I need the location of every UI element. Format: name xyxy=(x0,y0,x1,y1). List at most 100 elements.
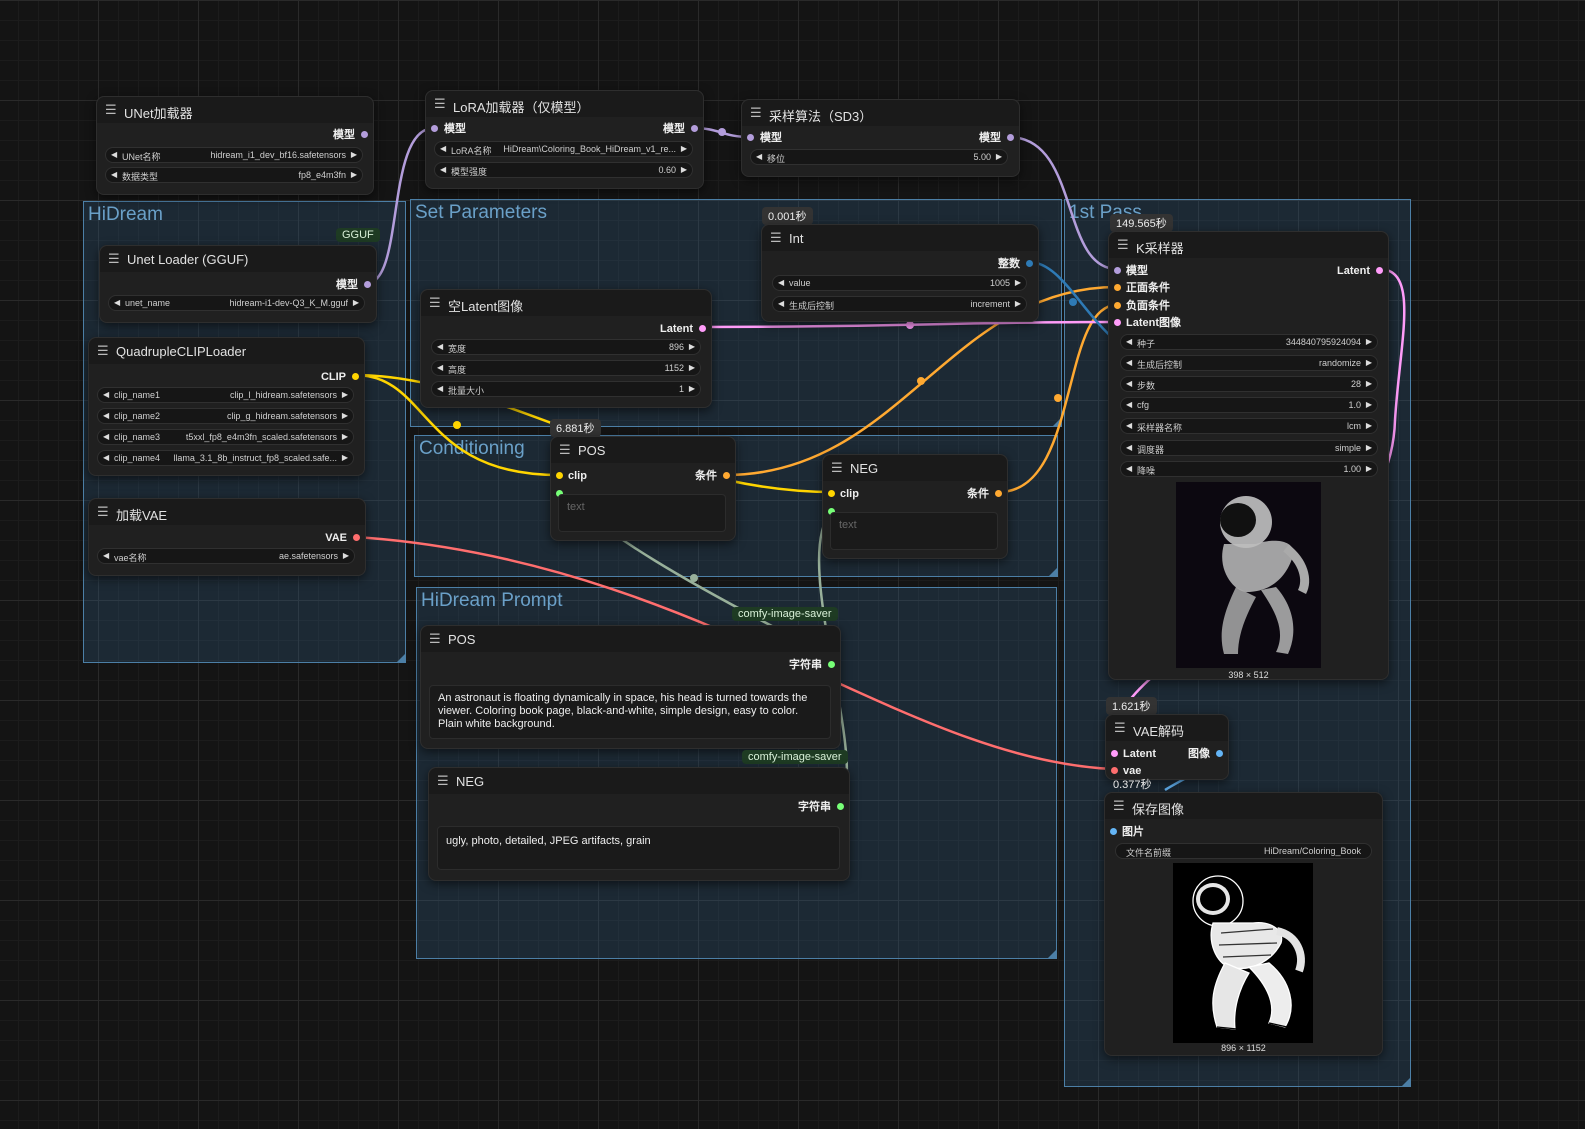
sampling-sd3-node[interactable]: ☰ 采样算法（SD3） 模型 模型 ◀ 移位 5.00 ▶ xyxy=(741,99,1020,177)
arrow-right-icon[interactable]: ▶ xyxy=(1366,337,1372,346)
input-model-port[interactable] xyxy=(431,125,438,132)
clip-name3-select[interactable]: ◀ clip_name3 t5xxl_fp8_e4m3fn_scaled.safet… xyxy=(97,429,354,445)
output-model-port[interactable] xyxy=(1007,134,1014,141)
output-latent-port[interactable] xyxy=(699,325,706,332)
node-header[interactable]: ☰ POS xyxy=(551,437,735,463)
int-value-field[interactable]: ◀ value 1005 ▶ xyxy=(772,275,1027,291)
dtype-select[interactable]: ◀ 数据类型 fp8_e4m3fn ▶ xyxy=(105,167,363,183)
arrow-left-icon[interactable]: ◀ xyxy=(103,390,109,399)
output-conditioning-port[interactable] xyxy=(995,490,1002,497)
node-header[interactable]: ☰ VAE解码 xyxy=(1106,715,1228,741)
shift-field[interactable]: ◀ 移位 5.00 ▶ xyxy=(750,149,1008,165)
text-input[interactable]: text xyxy=(830,512,998,550)
arrow-right-icon[interactable]: ▶ xyxy=(1366,400,1372,409)
node-header[interactable]: ☰ POS xyxy=(421,626,840,652)
vae-decode-node[interactable]: ☰ VAE解码 Latent vae 图像 xyxy=(1105,714,1229,780)
unet-name-select[interactable]: ◀ unet_name hidream-i1-dev-Q3_K_M.gguf ▶ xyxy=(108,295,365,311)
output-conditioning-port[interactable] xyxy=(723,472,730,479)
arrow-right-icon[interactable]: ▶ xyxy=(1366,443,1372,452)
lora-loader-node[interactable]: ☰ LoRA加载器（仅模型） 模型 模型 ◀ LoRA名称 HiDream\Color… xyxy=(425,90,704,189)
output-string-port[interactable] xyxy=(837,803,844,810)
input-negative-port[interactable] xyxy=(1114,302,1121,309)
arrow-right-icon[interactable]: ▶ xyxy=(342,432,348,441)
unet-name-select[interactable]: ◀ UNet名称 hidream_i1_dev_bf16.safetensors ▶ xyxy=(105,147,363,163)
input-clip-port[interactable] xyxy=(828,490,835,497)
empty-latent-node[interactable]: ☰ 空Latent图像 Latent ◀ 宽度 896 ▶ ◀ 高度 1152 ▶ ◀ 批量大小… xyxy=(420,289,712,408)
int-node[interactable]: ☰ Int 整数 ◀ value 1005 ▶ ◀ 生成后控制 increment ▶ xyxy=(761,224,1039,322)
node-header[interactable]: ☰ LoRA加载器（仅模型） xyxy=(426,91,703,117)
save-image-node[interactable]: ☰ 保存图像 图片 文件名前缀 HiDream/Coloring_Book 896 … xyxy=(1104,792,1383,1056)
node-header[interactable]: ☰ Unet Loader (GGUF) xyxy=(100,246,376,272)
arrow-left-icon[interactable]: ◀ xyxy=(103,453,109,462)
scheduler-select[interactable]: ◀ 调度器 simple ▶ xyxy=(1120,440,1378,456)
node-header[interactable]: ☰ UNet加载器 xyxy=(97,97,373,123)
ksampler-node[interactable]: ☰ K采样器 模型 正面条件 负面条件 Latent图像 Latent ◀ 种子 34… xyxy=(1108,231,1389,680)
denoise-field[interactable]: ◀ 降噪 1.00 ▶ xyxy=(1120,461,1378,477)
arrow-left-icon[interactable]: ◀ xyxy=(1126,358,1132,367)
node-header[interactable]: ☰ NEG xyxy=(823,455,1007,481)
arrow-right-icon[interactable]: ▶ xyxy=(681,165,687,174)
unet-loader-node[interactable]: ☰ UNet加载器 模型 ◀ UNet名称 hidream_i1_dev_bf16.s… xyxy=(96,96,374,195)
output-latent-port[interactable] xyxy=(1376,267,1383,274)
node-header[interactable]: ☰ 加载VAE xyxy=(89,499,365,525)
arrow-left-icon[interactable]: ◀ xyxy=(440,144,446,153)
menu-icon[interactable]: ☰ xyxy=(108,252,120,265)
sampler-name-select[interactable]: ◀ 采样器名称 lcm ▶ xyxy=(1120,418,1378,434)
control-after-generate-select[interactable]: ◀ 生成后控制 increment ▶ xyxy=(772,296,1027,312)
batch-size-field[interactable]: ◀ 批量大小 1 ▶ xyxy=(431,381,701,397)
arrow-right-icon[interactable]: ▶ xyxy=(1366,358,1372,367)
arrow-left-icon[interactable]: ◀ xyxy=(103,432,109,441)
pos-encode-node[interactable]: ☰ POS clip 条件 text xyxy=(550,436,736,541)
menu-icon[interactable]: ☰ xyxy=(1113,799,1125,812)
arrow-right-icon[interactable]: ▶ xyxy=(996,152,1002,161)
input-positive-port[interactable] xyxy=(1114,284,1121,291)
arrow-left-icon[interactable]: ◀ xyxy=(756,152,762,161)
vae-loader-node[interactable]: ☰ 加载VAE VAE ◀ vae名称 ae.safetensors ▶ xyxy=(88,498,366,576)
menu-icon[interactable]: ☰ xyxy=(434,97,446,110)
arrow-right-icon[interactable]: ▶ xyxy=(1015,278,1021,287)
arrow-left-icon[interactable]: ◀ xyxy=(437,363,443,372)
arrow-right-icon[interactable]: ▶ xyxy=(1366,464,1372,473)
input-model-port[interactable] xyxy=(747,134,754,141)
arrow-right-icon[interactable]: ▶ xyxy=(353,298,359,307)
node-header[interactable]: ☰ K采样器 xyxy=(1109,232,1388,258)
arrow-left-icon[interactable]: ◀ xyxy=(437,342,443,351)
arrow-left-icon[interactable]: ◀ xyxy=(1126,337,1132,346)
output-model-port[interactable] xyxy=(364,281,371,288)
arrow-right-icon[interactable]: ▶ xyxy=(342,390,348,399)
arrow-right-icon[interactable]: ▶ xyxy=(1366,379,1372,388)
text-input[interactable]: text xyxy=(558,494,726,532)
control-after-generate-select[interactable]: ◀ 生成后控制 randomize ▶ xyxy=(1120,355,1378,371)
arrow-left-icon[interactable]: ◀ xyxy=(1126,421,1132,430)
arrow-left-icon[interactable]: ◀ xyxy=(778,299,784,308)
menu-icon[interactable]: ☰ xyxy=(1114,721,1126,734)
output-string-port[interactable] xyxy=(828,661,835,668)
arrow-right-icon[interactable]: ▶ xyxy=(343,551,349,560)
menu-icon[interactable]: ☰ xyxy=(97,344,109,357)
output-model-port[interactable] xyxy=(361,131,368,138)
unet-loader-gguf-node[interactable]: ☰ Unet Loader (GGUF) 模型 ◀ unet_name hidream… xyxy=(99,245,377,323)
arrow-right-icon[interactable]: ▶ xyxy=(681,144,687,153)
arrow-left-icon[interactable]: ◀ xyxy=(103,411,109,420)
filename-prefix-field[interactable]: 文件名前缀 HiDream/Coloring_Book xyxy=(1115,843,1372,859)
arrow-left-icon[interactable]: ◀ xyxy=(103,551,109,560)
clip-name4-select[interactable]: ◀ clip_name4 llama_3.1_8b_instruct_fp8_sca… xyxy=(97,450,354,466)
input-vae-port[interactable] xyxy=(1111,767,1118,774)
lora-name-select[interactable]: ◀ LoRA名称 HiDream\Coloring_Book_HiDream_v1_… xyxy=(434,141,693,157)
arrow-left-icon[interactable]: ◀ xyxy=(1126,379,1132,388)
arrow-right-icon[interactable]: ▶ xyxy=(342,453,348,462)
arrow-left-icon[interactable]: ◀ xyxy=(1126,464,1132,473)
neg-encode-node[interactable]: ☰ NEG clip 条件 text xyxy=(822,454,1008,559)
neg-prompt-node[interactable]: ☰ NEG 字符串 ugly, photo, detailed, JPEG art… xyxy=(428,767,850,881)
cfg-field[interactable]: ◀ cfg 1.0 ▶ xyxy=(1120,397,1378,413)
seed-field[interactable]: ◀ 种子 344840795924094 ▶ xyxy=(1120,334,1378,350)
menu-icon[interactable]: ☰ xyxy=(429,296,441,309)
menu-icon[interactable]: ☰ xyxy=(1117,238,1129,251)
pos-prompt-node[interactable]: ☰ POS 字符串 An astronaut is floating dynami… xyxy=(420,625,841,749)
arrow-left-icon[interactable]: ◀ xyxy=(440,165,446,174)
output-image-port[interactable] xyxy=(1216,750,1223,757)
node-header[interactable]: ☰ 空Latent图像 xyxy=(421,290,711,316)
node-header[interactable]: ☰ 采样算法（SD3） xyxy=(742,100,1019,126)
arrow-right-icon[interactable]: ▶ xyxy=(689,384,695,393)
input-model-port[interactable] xyxy=(1114,267,1121,274)
